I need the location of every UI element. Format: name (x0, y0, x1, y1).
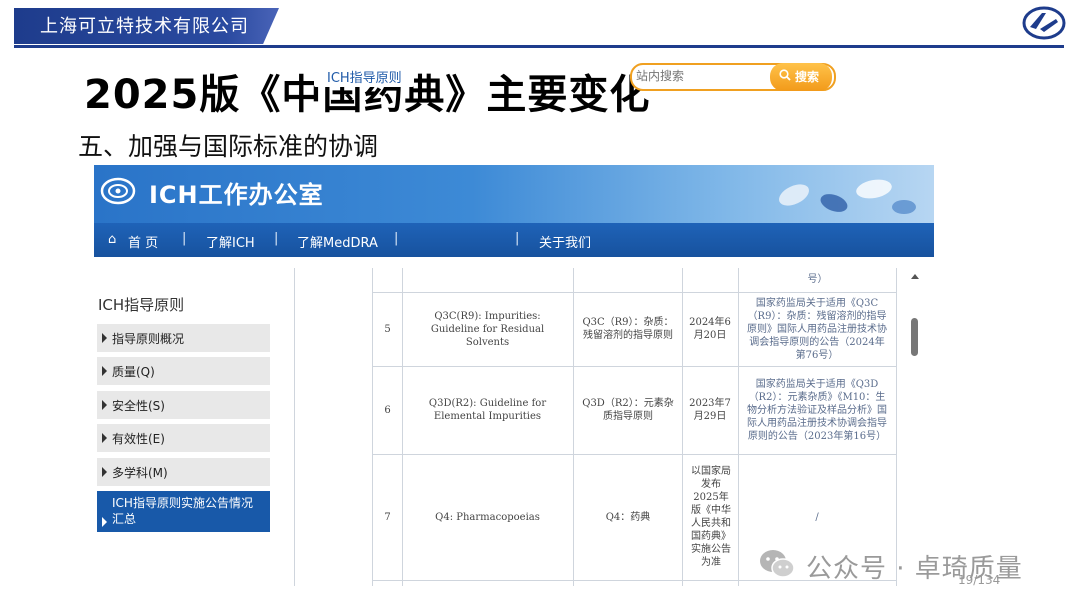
nav-separator: | (394, 231, 399, 246)
table-cell-no: 5 (384, 323, 391, 335)
sidebar-item-label: 安全性(S) (112, 399, 165, 413)
table-border (738, 268, 739, 586)
sidebar-item-safety[interactable]: 安全性(S) (97, 391, 270, 419)
table-border (294, 268, 295, 586)
table-border (573, 268, 574, 586)
nav-separator: | (515, 231, 520, 246)
chevron-right-icon (102, 433, 107, 443)
table-cell-english: Q3D(R2): Guideline for Elemental Impurit… (428, 398, 547, 422)
table-cell-date: 以国家局发布2025年版《中华人民共和国药典》实施公告为准 (691, 466, 731, 568)
table-border (682, 268, 683, 586)
table-cell-date: 2024年6月20日 (689, 317, 731, 341)
table-scrollbar[interactable] (906, 268, 926, 586)
table-cell-announcement: 国家药监局关于适用《Q3D（R2）：元素杂质》《M10：生物分析方法验证及样品分… (747, 378, 887, 442)
table-cell-english: Q4: Pharmacopoeias (435, 511, 540, 523)
sidebar-item-label: 质量(Q) (112, 365, 155, 379)
sidebar-item-implementation-summary[interactable]: ICH指导原则实施公告情况汇总 (97, 491, 270, 532)
header-rule (14, 45, 1064, 48)
ich-logo-icon (100, 177, 136, 205)
pills-decoration-icon (779, 179, 916, 214)
sidebar-item-label: 多学科(M) (112, 466, 168, 480)
table-border (896, 268, 897, 586)
nav-item-about-us[interactable]: 关于我们 (539, 232, 591, 251)
sidebar-item-efficacy[interactable]: 有效性(E) (97, 424, 270, 452)
table-cell-chinese: Q3C（R9）：杂质：残留溶剂的指导原则 (582, 317, 674, 341)
site-navbar: ⌂ 首 页 | 了解ICH | 了解MedDRA | | 关于我们 (94, 223, 934, 257)
table-border (402, 268, 403, 586)
sidebar-item-label: 有效性(E) (112, 432, 165, 446)
search-icon (779, 69, 791, 81)
scroll-up-icon[interactable] (911, 274, 919, 279)
nav-home-icon[interactable]: ⌂ (108, 232, 116, 247)
guidelines-table: 号） 5 Q3C(R9): Impurities: Guideline for … (294, 268, 934, 586)
page-number: 19/134 (958, 573, 1001, 587)
chevron-right-icon (102, 333, 107, 343)
sidebar-item-label: ICH指导原则实施公告情况汇总 (112, 496, 253, 526)
search-input[interactable] (636, 67, 756, 85)
wechat-icon (760, 550, 795, 578)
table-cell-chinese: Q3D（R2）：元素杂质指导原则 (582, 398, 674, 422)
nav-item-about-ich[interactable]: 了解ICH (206, 232, 255, 251)
table-cell-date: 2023年7月29日 (689, 398, 731, 422)
chevron-right-icon (102, 400, 107, 410)
nav-item-guidelines-label: ICH指导原则 (327, 71, 402, 86)
search-button-label: 搜索 (795, 70, 820, 84)
nav-item-about-meddra[interactable]: 了解MedDRA (297, 232, 378, 251)
sidebar-item-quality[interactable]: 质量(Q) (97, 357, 270, 385)
sidebar-heading: ICH指导原则 (98, 296, 185, 314)
table-cell-chinese: Q4：药典 (605, 511, 651, 523)
scrollbar-thumb[interactable] (911, 318, 918, 356)
nav-item-home[interactable]: 首 页 (128, 232, 158, 251)
sidebar-item-multidisciplinary[interactable]: 多学科(M) (97, 458, 270, 486)
sidebar-item-label: 指导原则概况 (112, 332, 185, 346)
table-cell-no: 6 (384, 404, 391, 416)
nav-separator: | (274, 231, 279, 246)
chevron-right-icon (102, 467, 107, 477)
sidebar-item-overview[interactable]: 指导原则概况 (97, 324, 270, 352)
table-cell-announcement: 国家药监局关于适用《Q3C（R9）：杂质：残留溶剂的指导原则》国际人用药品注册技… (747, 297, 887, 361)
slide-subtitle: 五、加强与国际标准的协调 (78, 132, 379, 161)
company-logo-icon (1022, 6, 1066, 40)
chevron-right-icon (102, 366, 107, 376)
nav-separator: | (182, 231, 187, 246)
table-cell-english: Q3C(R9): Impurities: Guideline for Resid… (430, 310, 545, 348)
site-title: ICH工作办公室 (149, 181, 324, 209)
chevron-right-icon (102, 517, 107, 527)
table-cell-no: 7 (384, 511, 391, 523)
table-cell-partial: 号） (807, 273, 828, 285)
company-name: 上海可立特技术有限公司 (40, 16, 249, 37)
